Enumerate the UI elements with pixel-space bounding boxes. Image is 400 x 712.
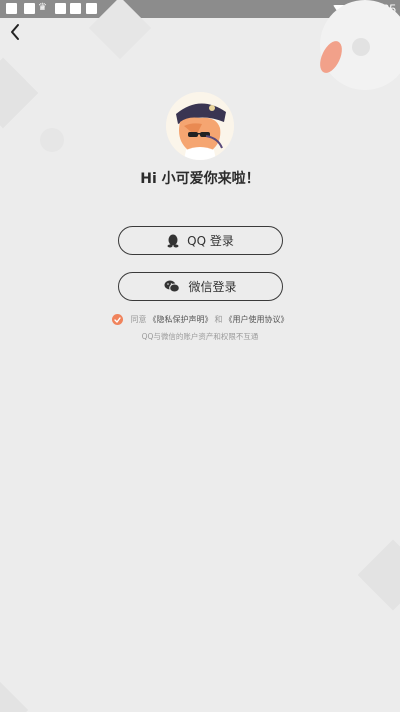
decor-diamond: [0, 57, 39, 129]
signal-icon: [348, 4, 359, 14]
square-icon: [24, 3, 35, 14]
status-bar: ♛ 3:05: [0, 0, 400, 18]
back-button[interactable]: [6, 22, 26, 42]
decor-diamond: [357, 539, 400, 611]
decor-circle-left: [40, 128, 64, 152]
battery-icon: [362, 1, 369, 15]
agreement-row: 同意 《隐私保护声明》 和 《用户使用协议》: [0, 314, 400, 325]
privacy-policy-link[interactable]: 《隐私保护声明》: [149, 314, 213, 325]
square-icon: [86, 3, 97, 14]
avatar: [166, 92, 234, 160]
chevron-left-icon: [11, 24, 19, 40]
image-icon: [6, 3, 17, 14]
wechat-login-label: 微信登录: [188, 280, 237, 294]
agreement-prefix: 同意: [130, 315, 147, 324]
decor-oval: [315, 37, 347, 77]
decor-circle-small: [352, 38, 370, 56]
greeting-title: Hi 小可爱你来啦！: [140, 171, 260, 187]
account-notice: QQ与微信的账户资产和权限不互通: [141, 332, 259, 341]
wechat-login-button[interactable]: 微信登录: [118, 272, 283, 301]
qq-login-button[interactable]: QQ 登录: [118, 226, 283, 255]
square-icon: [70, 3, 81, 14]
check-icon: [113, 316, 121, 323]
qq-penguin-icon: [167, 234, 179, 247]
agreement-checkbox[interactable]: [111, 314, 123, 325]
user-agreement-link[interactable]: 《用户使用协议》: [225, 314, 289, 325]
square-icon: [55, 3, 66, 14]
agreement-conjunction: 和: [214, 315, 223, 324]
wechat-icon: [164, 280, 181, 293]
wifi-icon: [332, 4, 345, 14]
crown-icon: ♛: [38, 2, 47, 13]
status-time: 3:05: [372, 2, 396, 16]
qq-login-label: QQ 登录: [187, 234, 234, 248]
decor-diamond: [0, 681, 29, 712]
